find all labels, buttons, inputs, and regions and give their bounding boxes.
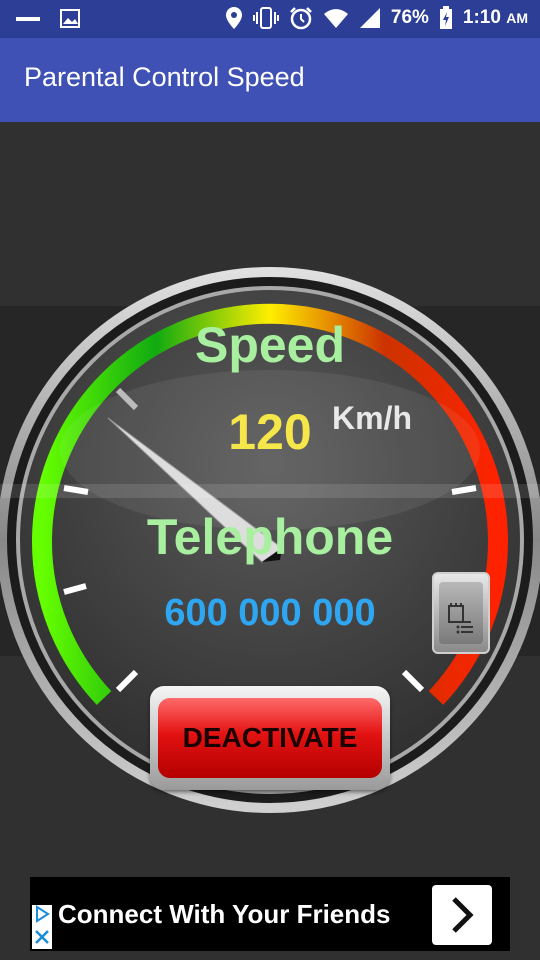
status-bar: 76% 1:10 AM [0,0,540,38]
signal-icon [359,8,380,28]
contacts-button[interactable] [432,572,490,654]
app-title: Parental Control Speed [24,62,305,92]
status-time-value: 1:10 [462,7,501,28]
minus-icon [16,17,40,21]
ad-choices-icon [35,905,50,944]
status-left-icons [16,9,82,29]
status-time-ampm: AM [506,10,528,26]
deactivate-button-frame: DEACTIVATE [150,686,390,790]
contacts-list-icon [448,603,473,634]
battery-percent: 76% [390,7,429,28]
chevron-right-icon [452,897,474,933]
battery-icon [439,6,452,29]
contacts-button-face [439,582,483,644]
gauge-glare-line [0,484,540,498]
status-time: 1:10 AM [463,7,528,29]
speed-label: Speed [194,317,346,373]
wifi-icon [323,9,348,28]
deactivate-button[interactable]: DEACTIVATE [158,698,382,778]
status-right-icons: 76% 1:10 AM [225,6,528,30]
ad-arrow-button[interactable] [432,885,492,945]
location-icon [225,7,242,29]
vibrate-icon [252,7,279,29]
speed-unit: Km/h [332,400,412,436]
ad-choices[interactable] [32,905,52,949]
telephone-label: Telephone [146,509,394,565]
app-bar: Parental Control Speed [0,38,540,122]
ad-banner[interactable]: Connect With Your Friends [30,877,510,951]
image-icon [60,9,80,28]
ad-text[interactable]: Connect With Your Friends [58,899,390,930]
alarm-icon [289,7,312,30]
